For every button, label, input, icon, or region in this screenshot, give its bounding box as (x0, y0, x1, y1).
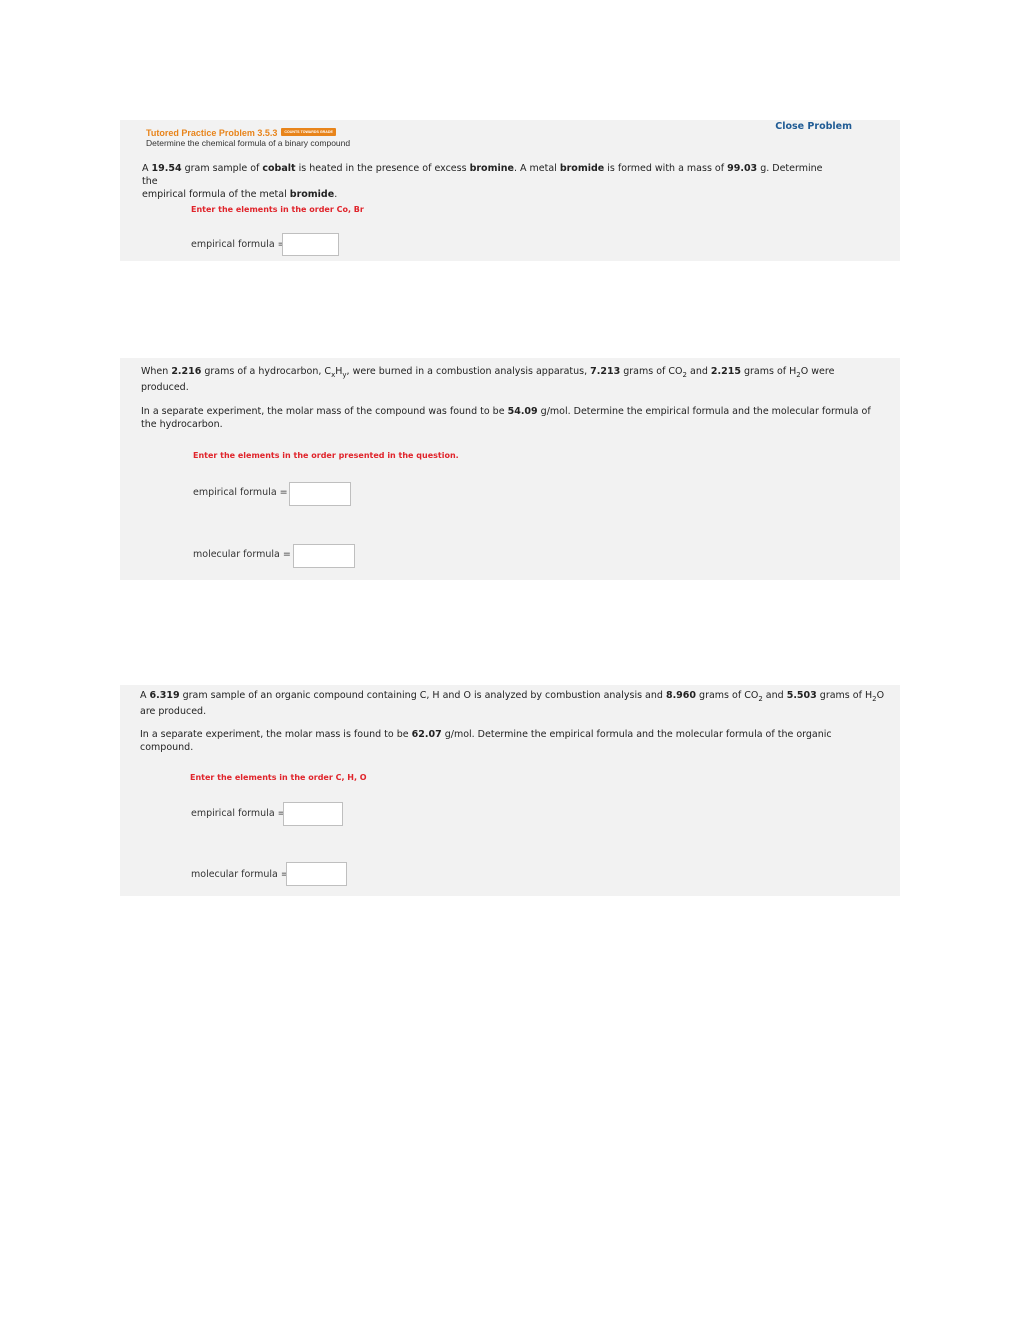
problem-panel-1: Tutored Practice Problem 3.5.3 COUNTS TOW… (120, 120, 900, 261)
element-order-hint: Enter the elements in the order presente… (193, 451, 459, 460)
problem-panel-2: When 2.216 grams of a hydrocarbon, CxHy,… (120, 358, 900, 580)
element-order-hint: Enter the elements in the order C, H, O (190, 773, 367, 782)
empirical-formula-label: empirical formula = (191, 239, 286, 250)
molecular-formula-label: molecular formula = (193, 549, 291, 560)
problem-subtitle: Determine the chemical formula of a bina… (146, 138, 351, 148)
element-order-hint: Enter the elements in the order Co, Br (191, 205, 364, 214)
molecular-formula-input[interactable] (286, 862, 347, 886)
problem-panel-3: A 6.319 gram sample of an organic compou… (120, 685, 900, 896)
molecular-formula-label: molecular formula = (191, 869, 289, 880)
question-text: A 19.54 gram sample of cobalt is heated … (142, 163, 823, 200)
question-text-2: In a separate experiment, the molar mass… (141, 406, 871, 430)
problem-title: Tutored Practice Problem 3.5.3 (146, 128, 278, 138)
empirical-formula-input[interactable] (283, 802, 343, 826)
question-text: When 2.216 grams of a hydrocarbon, CxHy,… (141, 366, 835, 393)
empirical-formula-label: empirical formula = (191, 808, 286, 819)
question-text: A 6.319 gram sample of an organic compou… (140, 690, 885, 717)
empirical-formula-label: empirical formula = (193, 487, 288, 498)
empirical-formula-input[interactable] (289, 482, 351, 506)
molecular-formula-input[interactable] (293, 544, 355, 568)
question-text-2: In a separate experiment, the molar mass… (140, 729, 832, 753)
empirical-formula-input[interactable] (282, 233, 339, 256)
counts-towards-grade-badge: COUNTS TOWARDS GRADE (281, 127, 336, 136)
close-problem-link[interactable]: Close Problem (775, 121, 852, 132)
